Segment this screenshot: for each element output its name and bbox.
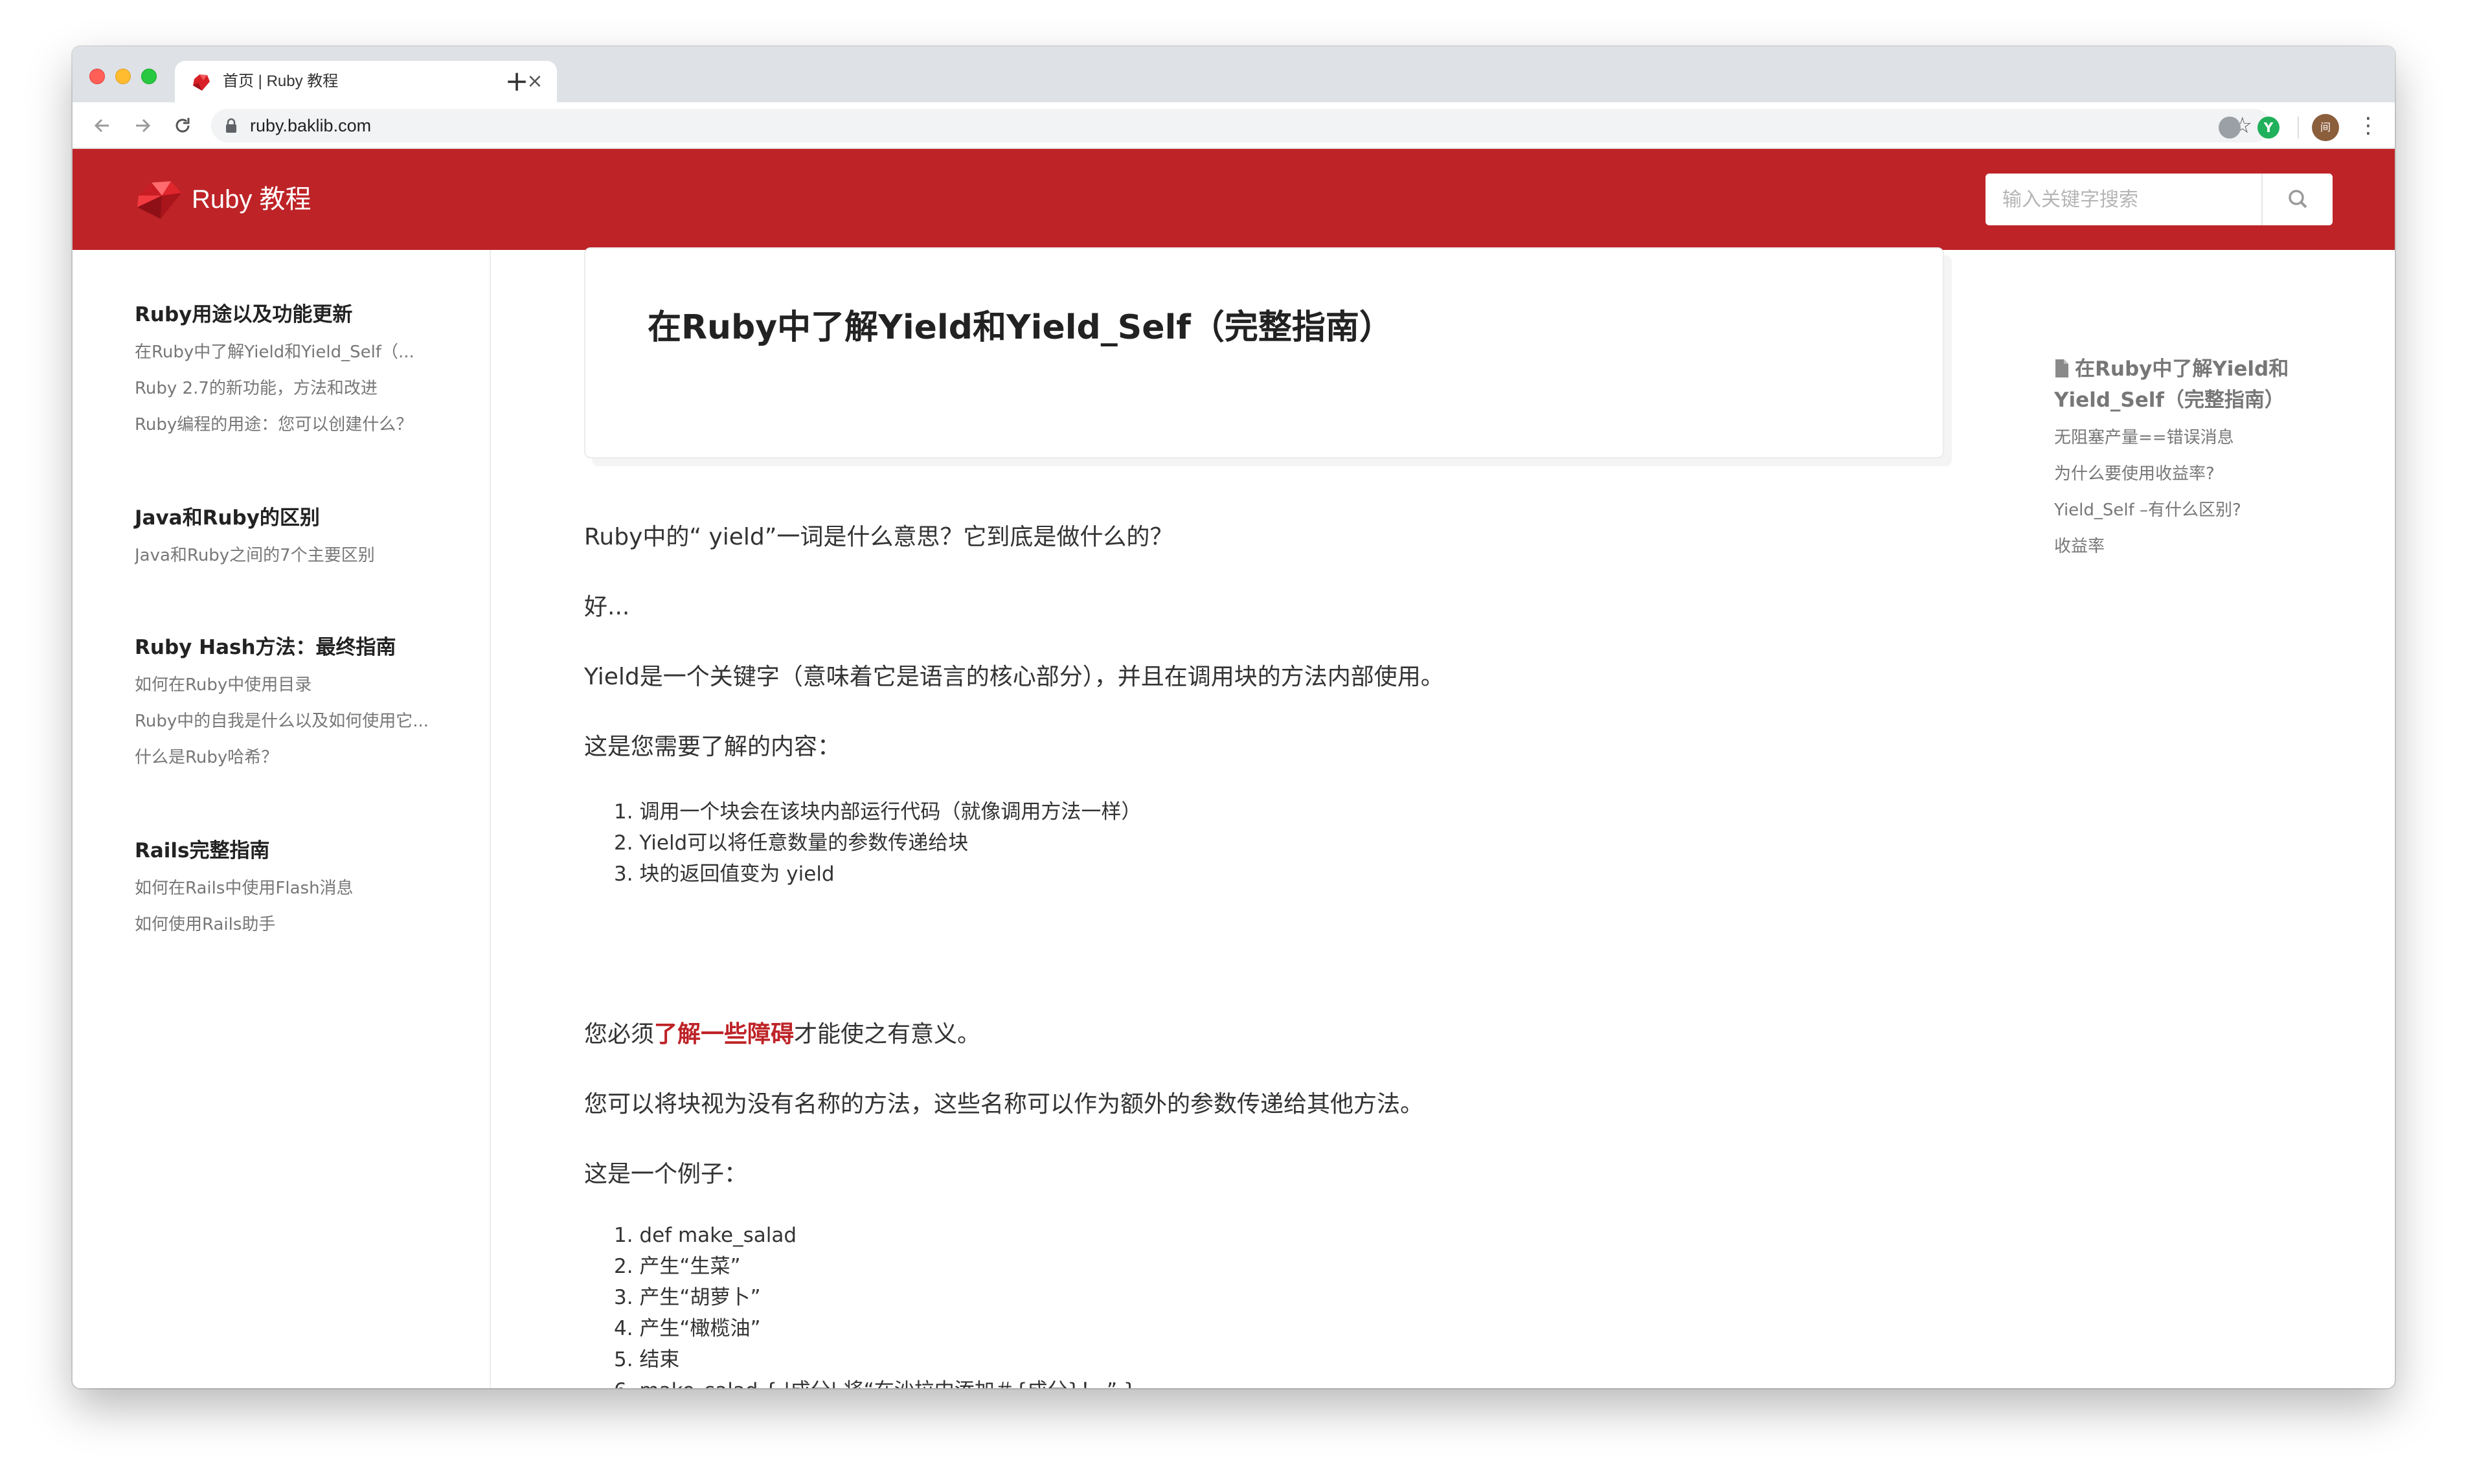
document-icon [2055, 359, 2068, 377]
site-header: Ruby 教程 [73, 149, 2395, 250]
sidebar-item-java-diff[interactable]: Java和Ruby之间的7个主要区别 [135, 537, 458, 574]
close-window-button[interactable] [89, 69, 105, 84]
article-title: 在Ruby中了解Yield和Yield_Self（完整指南） [648, 308, 1393, 347]
nav-group-ruby-hash: Ruby Hash方法：最终指南 如何在Ruby中使用目录 Ruby中的自我是什… [135, 633, 458, 776]
sidebar-item-directory[interactable]: 如何在Ruby中使用目录 [135, 667, 458, 703]
ordered-list-facts: 1. 调用一个块会在该块内部运行代码（就像调用方法一样） 2. Yield可以将… [614, 796, 1141, 890]
toc-item[interactable]: Yield_Self –有什么区别? [2054, 492, 2326, 528]
toc-title[interactable]: 在Ruby中了解Yield和 [2054, 354, 2326, 385]
reload-icon[interactable] [168, 111, 197, 140]
web-page: Ruby 教程 Ruby用途以及功能更新 在Ruby中了解Yi [73, 149, 2395, 1388]
list-item: 2. Yield可以将任意数量的参数传递给块 [614, 831, 969, 855]
article-paragraph: Yield是一个关键字（意味着它是语言的核心部分），并且在调用块的方法内部使用。 [584, 664, 1444, 690]
zoom-window-button[interactable] [141, 69, 157, 84]
toc-item[interactable]: 为什么要使用收益率? [2054, 456, 2326, 492]
back-arrow-icon[interactable] [88, 111, 117, 140]
search-box [1985, 174, 2333, 225]
list-item: 5. 结束 [614, 1348, 680, 1371]
nav-group-ruby-uses: Ruby用途以及功能更新 在Ruby中了解Yield和Yield_Self（..… [135, 300, 458, 443]
nav-group-title[interactable]: Rails完整指南 [135, 837, 458, 865]
toolbar-divider [2298, 117, 2299, 139]
sidebar-item-hash[interactable]: 什么是Ruby哈希？ [135, 739, 458, 776]
article-paragraph-with-link: 您必须了解一些障碍才能使之有意义。 [584, 1018, 980, 1051]
tab-strip: 首页 | Ruby 教程 × + [73, 47, 2395, 102]
toc-title-line1: 在Ruby中了解Yield和 [2075, 357, 2289, 381]
list-item: 6. make_salad { |成分| 将“在沙拉中添加＃{成分}！ ” } [614, 1375, 1137, 1388]
toc-item[interactable]: 收益率 [2054, 528, 2326, 565]
search-button[interactable] [2261, 174, 2333, 225]
search-input[interactable] [1985, 174, 2261, 225]
list-item: 1. def make_salad [614, 1224, 797, 1247]
article-paragraph: Ruby中的“ yield”一词是什么意思？它到底是做什么的？ [584, 524, 1173, 550]
paragraph-text: 才能使之有意义。 [794, 1021, 981, 1048]
nav-group-java-ruby: Java和Ruby的区别 Java和Ruby之间的7个主要区别 [135, 504, 458, 574]
article-paragraph: 您可以将块视为没有名称的方法，这些名称可以作为额外的参数传递给其他方法。 [584, 1091, 1424, 1118]
nav-group-title[interactable]: Ruby用途以及功能更新 [135, 300, 458, 329]
barrier-link[interactable]: 了解一些障碍 [654, 1021, 794, 1048]
list-item: 1. 调用一个块会在该块内部运行代码（就像调用方法一样） [614, 800, 1142, 824]
browser-window: 首页 | Ruby 教程 × + ruby.baklib.com ☆ Y 间 ⋮… [73, 47, 2395, 1388]
more-menu-icon[interactable]: ⋮ [2357, 111, 2379, 140]
address-bar[interactable]: ruby.baklib.com ☆ [211, 109, 2270, 142]
list-item: 2. 产生“生菜” [614, 1255, 741, 1278]
sidebar-item-helpers[interactable]: 如何使用Rails助手 [135, 906, 458, 943]
profile-avatar[interactable]: 间 [2312, 114, 2339, 141]
sidebar-item-ruby-27[interactable]: Ruby 2.7的新功能，方法和改进 [135, 370, 458, 407]
sidebar-item-flash[interactable]: 如何在Rails中使用Flash消息 [135, 870, 458, 906]
browser-toolbar: ruby.baklib.com ☆ Y 间 ⋮ [73, 102, 2395, 149]
sidebar-nav: Ruby用途以及功能更新 在Ruby中了解Yield和Yield_Self（..… [73, 250, 491, 1388]
toc-item[interactable]: 无阻塞产量==错误消息 [2054, 420, 2326, 456]
lock-icon [226, 118, 236, 133]
green-extension-icon[interactable]: Y [2257, 117, 2279, 139]
article-paragraph: 这是您需要了解的内容： [584, 734, 841, 760]
list-item: 3. 块的返回值变为 yield [614, 862, 835, 886]
url-text: ruby.baklib.com [250, 116, 372, 135]
article-title-card: 在Ruby中了解Yield和Yield_Self（完整指南） [584, 247, 1944, 458]
list-item: 4. 产生“橄榄油” [614, 1317, 761, 1340]
nav-group-rails: Rails完整指南 如何在Rails中使用Flash消息 如何使用Rails助手 [135, 837, 458, 943]
desktop-background: 首页 | Ruby 教程 × + ruby.baklib.com ☆ Y 间 ⋮… [0, 0, 2466, 1484]
table-of-contents: 在Ruby中了解Yield和 Yield_Self（完整指南） 无阻塞产量==错… [2054, 354, 2326, 565]
sidebar-item-yield[interactable]: 在Ruby中了解Yield和Yield_Self（... [135, 334, 458, 370]
search-icon [2289, 190, 2307, 208]
new-tab-button[interactable]: + [500, 65, 534, 98]
ruby-favicon-icon [193, 74, 210, 91]
tab-title: 首页 | Ruby 教程 [223, 73, 339, 90]
article-paragraph: 好... [584, 594, 630, 620]
ordered-list-example: 1. def make_salad 2. 产生“生菜” 3. 产生“胡萝卜” 4… [614, 1220, 1137, 1388]
globe-extension-icon[interactable] [2219, 117, 2241, 139]
list-item: 3. 产生“胡萝卜” [614, 1286, 761, 1309]
ruby-logo-icon[interactable] [135, 176, 184, 221]
site-title[interactable]: Ruby 教程 [192, 181, 311, 218]
nav-group-title[interactable]: Ruby Hash方法：最终指南 [135, 633, 458, 662]
paragraph-text: 您必须 [584, 1021, 655, 1048]
forward-arrow-icon[interactable] [128, 111, 157, 140]
toc-title-line2[interactable]: Yield_Self（完整指南） [2054, 385, 2326, 416]
minimize-window-button[interactable] [115, 69, 131, 84]
sidebar-item-ruby-uses[interactable]: Ruby编程的用途：您可以创建什么？ [135, 407, 458, 443]
article-paragraph: 这是一个例子： [584, 1161, 748, 1187]
sidebar-item-self[interactable]: Ruby中的自我是什么以及如何使用它... [135, 703, 458, 739]
nav-group-title[interactable]: Java和Ruby的区别 [135, 504, 458, 532]
